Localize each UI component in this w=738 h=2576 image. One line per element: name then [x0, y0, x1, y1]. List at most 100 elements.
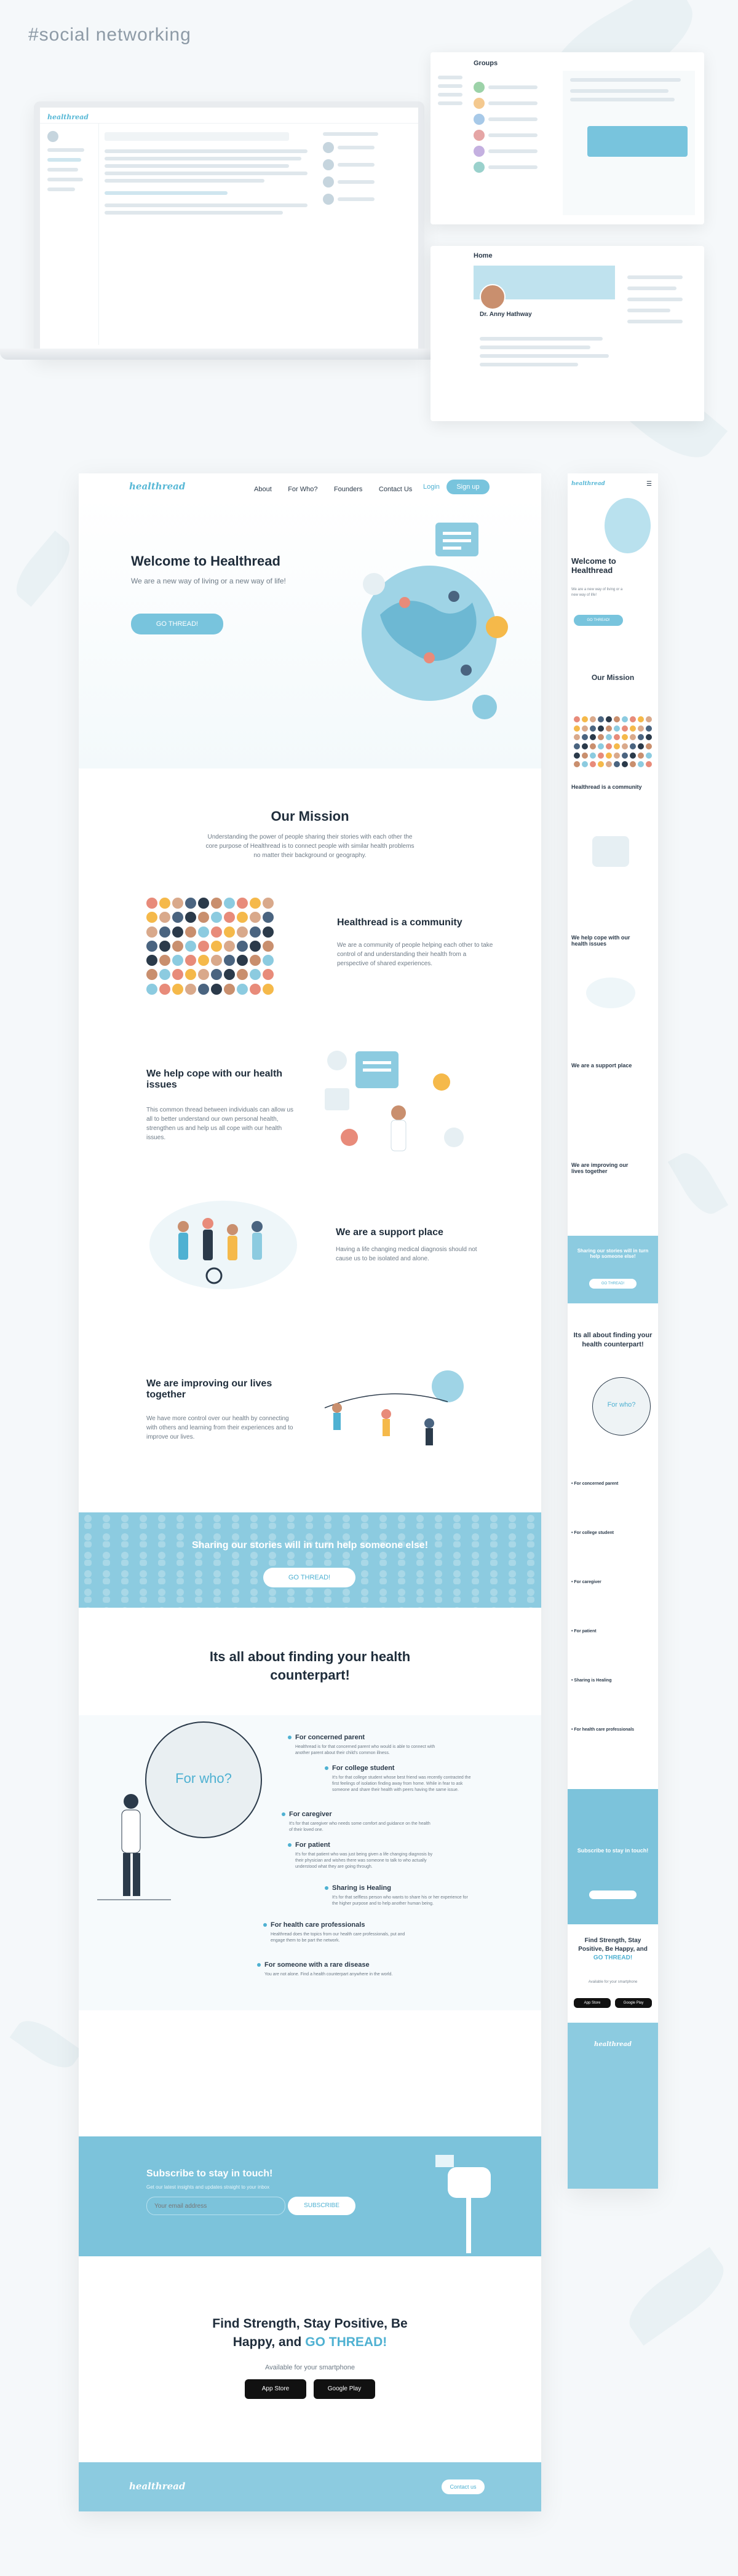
audience-text: It's for that selfless person who wants …	[332, 1895, 468, 1906]
avatar-face	[574, 761, 580, 768]
avatar-face	[263, 969, 274, 981]
health-issues-illustration	[325, 1051, 464, 1152]
feature-text: We are a community of people helping eac…	[337, 942, 493, 967]
audience-title: For caregiver	[282, 1811, 332, 1818]
avatar-face	[224, 940, 235, 952]
avatar-face	[237, 912, 248, 923]
avatar-face	[622, 734, 628, 741]
avatar-face	[237, 940, 248, 952]
avatar-face	[574, 743, 580, 749]
login-link[interactable]: Login	[423, 483, 440, 491]
mobile-banner-button[interactable]: GO THREAD!	[589, 1279, 637, 1289]
avatar-face	[638, 716, 644, 722]
site-logo[interactable]: healthread	[129, 481, 185, 492]
mobile-app-store-button[interactable]: App Store	[574, 1998, 611, 2008]
mobile-cta-button[interactable]: GO THREAD!	[574, 615, 623, 626]
avatar-face	[614, 761, 620, 768]
laptop-logo: healthread	[47, 113, 89, 121]
avatar-face	[638, 734, 644, 741]
avatar-face	[224, 969, 235, 981]
mailbox-illustration	[435, 2155, 491, 2253]
for-who-label: For who?	[175, 1771, 232, 1786]
email-input[interactable]	[146, 2197, 285, 2215]
avatar-face	[590, 734, 596, 741]
nav-about[interactable]: About	[254, 486, 272, 493]
nav-contact[interactable]: Contact Us	[379, 486, 412, 493]
mobile-hero-subtitle: We are a new way of living or a new way …	[571, 588, 623, 597]
avatar-face	[590, 752, 596, 759]
avatar-face	[211, 940, 222, 952]
avatar-face	[630, 734, 636, 741]
signup-button[interactable]: Sign up	[446, 480, 490, 494]
groups-preview: Groups	[430, 52, 704, 224]
avatar-face	[185, 940, 196, 952]
avatar-face	[159, 983, 170, 995]
avatar-face	[211, 983, 222, 995]
mobile-subscribe-button[interactable]	[589, 1891, 637, 1899]
audience-text: It's for that caregiver who needs some c…	[289, 1822, 430, 1832]
feature-title: Healthread is a community	[337, 917, 462, 928]
nav-founders[interactable]: Founders	[334, 486, 362, 493]
avatar-face	[224, 955, 235, 966]
mobile-google-play-button[interactable]: Google Play	[615, 1998, 652, 2008]
google-play-button[interactable]: Google Play	[314, 2379, 375, 2399]
avatar-face	[590, 725, 596, 732]
avatar-face	[606, 725, 612, 732]
share-banner: Sharing our stories will in turn help so…	[79, 1512, 541, 1608]
footer-logo[interactable]: healthread	[129, 2481, 185, 2492]
avatar-face	[582, 716, 588, 722]
mobile-for-who-circle: For who?	[592, 1377, 651, 1436]
avatar-face	[598, 716, 604, 722]
mobile-mission-title: Our Mission	[591, 673, 635, 682]
laptop-base	[0, 349, 455, 360]
audience-title: For health care professionals	[263, 1921, 365, 1929]
avatar-face	[646, 752, 652, 759]
mobile-globe-illustration	[605, 498, 651, 553]
subscribe-subtitle: Get our latest insights and updates stra…	[146, 2184, 270, 2190]
hero-cta-button[interactable]: GO THREAD!	[131, 614, 223, 634]
app-store-button[interactable]: App Store	[245, 2379, 306, 2399]
avatar-face	[198, 969, 209, 981]
mobile-counterpart-title: Its all about finding your health counte…	[573, 1332, 653, 1348]
audience-title: For college student	[325, 1764, 394, 1772]
counterpart-title: Its all about finding your health counte…	[209, 1649, 411, 1683]
avatar-face	[598, 752, 604, 759]
avatar-face	[646, 716, 652, 722]
avatar-face	[590, 761, 596, 768]
avatar-face	[237, 969, 248, 981]
avatar-face	[211, 926, 222, 938]
mobile-audience-title: • For patient	[571, 1629, 597, 1634]
avatar-face	[582, 752, 588, 759]
audience-text: It's for that patient who was just being…	[295, 1852, 433, 1869]
audience-text: You are not alone. Find a health counter…	[264, 1972, 393, 1977]
avatar-face	[606, 716, 612, 722]
avatar-face	[614, 716, 620, 722]
hamburger-icon[interactable]: ☰	[646, 481, 652, 488]
avatar-face	[146, 969, 157, 981]
avatar-face	[598, 743, 604, 749]
avatar-face	[582, 734, 588, 741]
avatar-face	[630, 761, 636, 768]
subscribe-button[interactable]: SUBSCRIBE	[288, 2197, 355, 2215]
nav-for-who[interactable]: For Who?	[288, 486, 317, 493]
avatar-face	[185, 955, 196, 966]
avatar-face	[224, 983, 235, 995]
banner-cta-button[interactable]: GO THREAD!	[263, 1568, 355, 1587]
desktop-landing-page: healthread About For Who? Founders Conta…	[79, 473, 541, 2511]
avatar-face	[638, 743, 644, 749]
avatar-face	[638, 761, 644, 768]
mobile-feature-illustration	[586, 978, 635, 1008]
avatar-face	[582, 761, 588, 768]
avatar-face	[574, 734, 580, 741]
audience-title: Sharing is Healing	[325, 1884, 391, 1892]
footer-contact-button[interactable]: Contact us	[442, 2479, 485, 2494]
avatar-face	[159, 898, 170, 909]
avatar-face	[211, 912, 222, 923]
bullet-icon	[282, 1812, 285, 1816]
mobile-audience-title: • For concerned parent	[571, 1482, 619, 1486]
mobile-logo[interactable]: healthread	[571, 481, 605, 487]
mobile-audience-title: • Sharing is Healing	[571, 1678, 612, 1683]
mobile-people-grid	[574, 716, 652, 768]
avatar-face	[646, 734, 652, 741]
avatar-face	[185, 912, 196, 923]
